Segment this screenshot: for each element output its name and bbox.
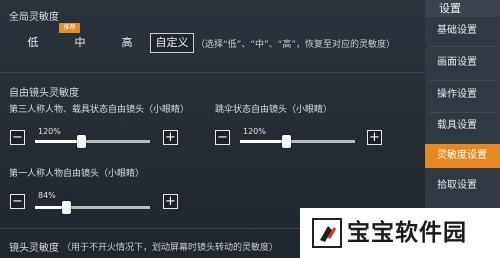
third-person-value: 120%: [38, 127, 61, 136]
watermark-banner: 宝宝软件园: [300, 208, 500, 258]
sidebar-item-controls[interactable]: 操作设置: [425, 83, 500, 107]
sidebar-header: 设置: [425, 0, 500, 17]
parachute-plus-button[interactable]: +: [367, 130, 382, 145]
slider-thumb[interactable]: [77, 135, 86, 148]
sensitivity-custom-button[interactable]: 自定义: [150, 33, 194, 53]
first-person-label: 第一人称人物自由镜头（小眼睛）: [9, 169, 145, 179]
free-look-title: 自由镜头灵敏度: [9, 88, 79, 99]
third-person-plus-button[interactable]: +: [163, 130, 178, 145]
recommend-badge: 推荐: [59, 23, 80, 33]
slider-thumb[interactable]: [62, 201, 72, 214]
sidebar-divider: [429, 112, 496, 113]
first-person-slider-track[interactable]: [35, 201, 150, 214]
sidebar-item-pickup[interactable]: 拾取设置: [425, 174, 500, 198]
slider-fill: [35, 140, 81, 143]
sidebar-item-graphics[interactable]: 画面设置: [425, 51, 500, 75]
sidebar-item-basic[interactable]: 基础设置: [425, 19, 500, 43]
camera-sensitivity-title: 镜头灵敏度: [9, 243, 59, 254]
slider-fill: [240, 140, 286, 143]
camera-sensitivity-hint: （用于不开火情况下，划动屏幕时镜头转动的灵敏度）: [62, 243, 279, 253]
sensitivity-low-button[interactable]: 低: [10, 33, 56, 53]
sidebar-item-vehicle[interactable]: 载具设置: [425, 114, 500, 138]
watermark-logo-icon: [312, 218, 342, 248]
parachute-minus-button[interactable]: −: [215, 130, 230, 145]
global-sensitivity-title: 全局灵敏度: [9, 12, 59, 23]
watermark-text: 宝宝软件园: [347, 220, 467, 246]
parachute-slider-track[interactable]: [240, 135, 355, 148]
first-person-plus-button[interactable]: +: [163, 194, 178, 209]
first-person-value: 84%: [38, 191, 56, 200]
sidebar-divider: [429, 46, 496, 47]
sensitivity-medium-button[interactable]: 中: [57, 33, 103, 53]
sidebar-divider: [429, 80, 496, 81]
third-person-slider-track[interactable]: [35, 135, 150, 148]
parachute-value: 120%: [243, 127, 266, 136]
third-person-label: 第三人称人物、载具状态自由镜头（小眼睛）: [9, 105, 190, 115]
global-sensitivity-hint: （选择“低”、“中”、“高”，恢复至对应的灵敏度）: [196, 40, 395, 50]
slider-thumb[interactable]: [282, 135, 291, 148]
third-person-minus-button[interactable]: −: [10, 130, 25, 145]
sidebar-item-sensitivity[interactable]: 灵敏度设置: [425, 144, 500, 168]
first-person-minus-button[interactable]: −: [10, 194, 25, 209]
sensitivity-high-button[interactable]: 高: [104, 33, 150, 53]
section-divider: [0, 72, 425, 73]
parachute-label: 跳伞状态自由镜头（小眼睛）: [215, 105, 333, 115]
